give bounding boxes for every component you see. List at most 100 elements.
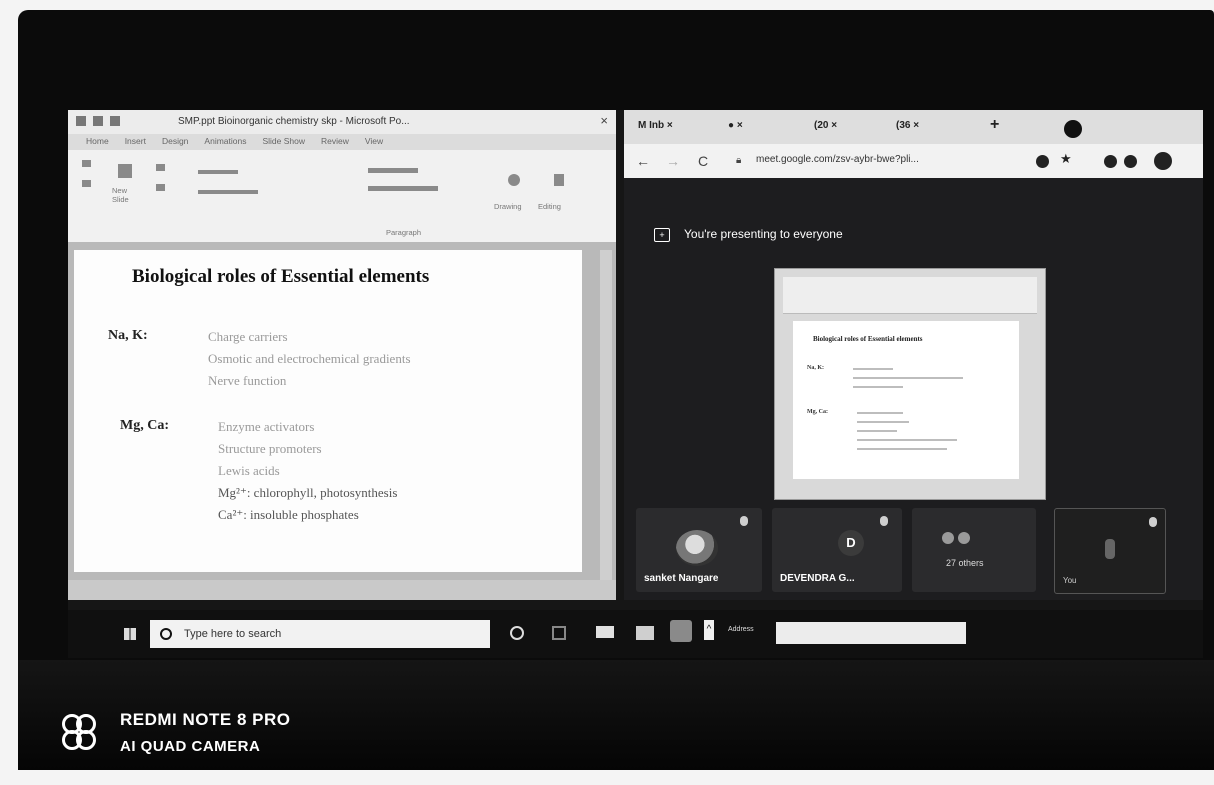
address-toolbar-input[interactable]	[776, 622, 966, 644]
participant-strip: sanket Nangare D DEVENDRA G... 27 others	[634, 508, 1194, 594]
font-box[interactable]	[198, 170, 238, 174]
self-view-tile[interactable]: You	[1054, 508, 1166, 594]
ppt-slide-pane: Biological roles of Essential elements N…	[68, 242, 616, 580]
chevron-up-icon[interactable]: ^	[704, 620, 714, 640]
new-tab-button[interactable]: +	[990, 116, 999, 134]
paragraph-group-label: Paragraph	[386, 228, 422, 237]
tab-view[interactable]: View	[365, 136, 383, 146]
slide-title: Biological roles of Essential elements	[132, 266, 430, 287]
chrome-tabstrip: M Inb × ● × (20 × (36 × +	[624, 110, 1203, 144]
tab-animations[interactable]: Animations	[204, 136, 246, 146]
slide-line: Structure promoters	[218, 441, 322, 456]
drawing-button[interactable]: Drawing	[494, 202, 522, 211]
slide-line: Mg²⁺: chlorophyll, photosynthesis	[218, 485, 398, 500]
ppt-ribbon-tabs: Home Insert Design Animations Slide Show…	[86, 136, 383, 146]
slide-group-label-mg-ca: Mg, Ca:	[120, 418, 169, 433]
tab-home[interactable]: Home	[86, 136, 109, 146]
paste-icon[interactable]	[82, 160, 91, 167]
mic-muted-icon	[740, 516, 748, 526]
ppt-vertical-scrollbar[interactable]	[600, 250, 612, 580]
participant-name: DEVENDRA G...	[780, 573, 855, 584]
back-button[interactable]: ←	[636, 153, 650, 169]
forward-button[interactable]: →	[666, 153, 680, 169]
preview-text-line	[853, 377, 963, 379]
cut-icon[interactable]	[82, 180, 91, 187]
tab-review[interactable]: Review	[321, 136, 349, 146]
tab-insert[interactable]: Insert	[125, 136, 146, 146]
star-icon[interactable]: ★	[1060, 151, 1073, 166]
slide-line: Lewis acids	[218, 463, 280, 478]
tab-design[interactable]: Design	[162, 136, 188, 146]
ppt-close-button[interactable]: ×	[600, 113, 608, 128]
ppt-ribbon: New Slide Paragraph Drawing Editing	[68, 150, 616, 243]
self-name: You	[1063, 576, 1077, 585]
find-icon[interactable]	[554, 174, 564, 186]
others-tile[interactable]: 27 others	[912, 508, 1036, 592]
meet-stage: + You're presenting to everyone Biologic…	[624, 178, 1203, 600]
system-tray[interactable]	[1028, 630, 1148, 640]
address-bar[interactable]: meet.google.com/zsv-aybr-bwe?pli...	[756, 154, 919, 165]
preview-text-line	[857, 412, 903, 414]
tab-whatsapp[interactable]: (36 ×	[896, 120, 919, 131]
redo-icon[interactable]	[110, 116, 120, 126]
preview-slide-title: Biological roles of Essential elements	[813, 335, 923, 343]
preview-text-line	[853, 386, 903, 388]
slide-canvas[interactable]: Biological roles of Essential elements N…	[74, 250, 582, 572]
undo-icon[interactable]	[93, 116, 103, 126]
participant-name: sanket Nangare	[644, 573, 719, 584]
preview-ribbon	[783, 277, 1037, 314]
powerpoint-window: SMP.ppt Bioinorganic chemistry skp - Mic…	[68, 110, 616, 600]
address-toolbar-label: Address	[728, 626, 754, 633]
preview-label: Mg, Ca:	[807, 409, 828, 415]
start-button[interactable]	[124, 628, 136, 640]
delete-icon[interactable]	[156, 184, 165, 191]
search-placeholder: Type here to search	[184, 628, 282, 640]
tab-gmail[interactable]: M Inb ×	[638, 120, 673, 131]
slide-line: Charge carriers	[208, 329, 288, 344]
quick-access-toolbar	[76, 116, 120, 126]
shapes-icon[interactable]	[508, 174, 520, 186]
puzzle-icon[interactable]	[1124, 155, 1137, 168]
ppt-window-title: SMP.ppt Bioinorganic chemistry skp - Mic…	[178, 116, 410, 127]
file-explorer-icon[interactable]	[596, 626, 614, 638]
editing-button[interactable]: Editing	[538, 202, 561, 211]
tab-youtube[interactable]: (20 ×	[814, 120, 837, 131]
present-icon: +	[654, 228, 670, 242]
others-avatars	[942, 532, 970, 544]
camera-logo-icon	[62, 714, 96, 750]
paragraph-align-icons[interactable]	[368, 186, 438, 191]
task-view-icon[interactable]	[552, 626, 566, 640]
slide-line: Ca²⁺: insoluble phosphates	[218, 507, 359, 522]
ppt-titlebar: SMP.ppt Bioinorganic chemistry skp - Mic…	[68, 110, 616, 134]
slide-line: Nerve function	[208, 373, 287, 388]
lock-icon: 🔒︎	[736, 155, 742, 166]
preview-text-line	[857, 430, 897, 432]
ppt-status-bar	[68, 580, 616, 600]
new-slide-button[interactable]: New Slide	[112, 186, 136, 204]
extension-icon[interactable]	[1104, 155, 1117, 168]
window-control-icon[interactable]	[1064, 120, 1082, 138]
tab-slide-show[interactable]: Slide Show	[262, 136, 305, 146]
preview-text-line	[857, 448, 947, 450]
store-icon[interactable]	[636, 626, 654, 640]
more-options-icon[interactable]	[1149, 517, 1157, 527]
monitor: SMP.ppt Bioinorganic chemistry skp - Mic…	[18, 10, 1214, 770]
chrome-taskbar-icon[interactable]	[670, 620, 692, 642]
tab-drive[interactable]: ● ×	[728, 120, 743, 131]
layout-icon[interactable]	[156, 164, 165, 171]
watermark-line1: REDMI NOTE 8 PRO	[120, 710, 291, 729]
participant-tile[interactable]: D DEVENDRA G...	[772, 508, 902, 592]
camera-indicator-icon[interactable]	[1036, 155, 1049, 168]
font-format-icons[interactable]	[198, 190, 258, 194]
chrome-window: M Inb × ● × (20 × (36 × + ← → C 🔒︎ meet.…	[624, 110, 1203, 600]
preview-label: Na, K:	[807, 365, 824, 371]
cortana-icon[interactable]	[510, 626, 524, 640]
participant-tile[interactable]: sanket Nangare	[636, 508, 762, 592]
paragraph-list-icons[interactable]	[368, 168, 418, 173]
save-icon[interactable]	[76, 116, 86, 126]
slide-group-label-na-k: Na, K:	[108, 328, 148, 343]
new-slide-icon[interactable]	[118, 164, 132, 178]
taskbar-search[interactable]: Type here to search	[150, 620, 490, 648]
reload-button[interactable]: C	[698, 153, 708, 169]
profile-avatar[interactable]	[1154, 152, 1172, 170]
